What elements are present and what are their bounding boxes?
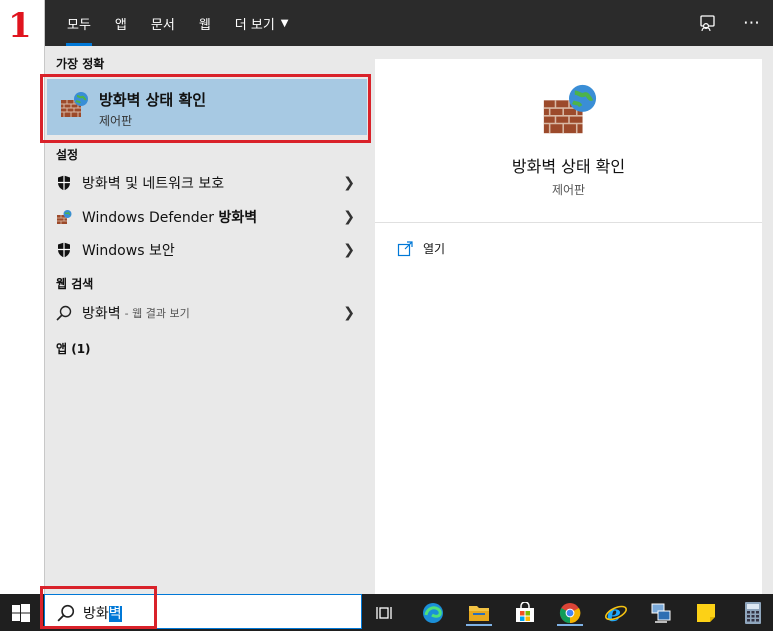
file-explorer-icon[interactable] bbox=[466, 600, 492, 626]
firewall-icon bbox=[59, 90, 89, 120]
calculator-icon[interactable] bbox=[740, 600, 766, 626]
windows-start-icon[interactable] bbox=[10, 602, 32, 624]
shield-icon bbox=[56, 242, 72, 258]
chevron-right-icon: ❯ bbox=[343, 209, 355, 225]
shield-icon bbox=[56, 175, 72, 191]
settings-item-label: 방화벽 및 네트워크 보호 bbox=[82, 176, 225, 192]
internet-explorer-icon[interactable]: e bbox=[603, 600, 629, 626]
edge-icon[interactable] bbox=[420, 600, 446, 626]
active-indicator bbox=[557, 624, 583, 626]
more-options-icon[interactable]: ⋯ bbox=[743, 13, 760, 33]
tab-apps[interactable]: 앱 bbox=[103, 0, 139, 46]
detail-title: 방화벽 상태 확인 bbox=[511, 157, 626, 176]
settings-item-label-prefix: Windows Defender bbox=[82, 210, 219, 226]
tab-web[interactable]: 웹 bbox=[187, 0, 223, 46]
settings-item-label: Windows 보안 bbox=[82, 243, 175, 259]
best-match-subtitle: 제어판 bbox=[99, 114, 133, 128]
firewall-icon bbox=[540, 81, 598, 139]
settings-item-label-bold: 방화벽 bbox=[218, 210, 258, 226]
settings-item-windows-security[interactable]: Windows 보안 ❯ bbox=[45, 235, 355, 265]
store-icon[interactable] bbox=[512, 600, 538, 626]
chrome-icon[interactable] bbox=[557, 600, 583, 626]
caret-down-icon: ▼ bbox=[280, 17, 289, 29]
settings-item-windows-defender-firewall[interactable]: Windows Defender 방화벽 ❯ bbox=[45, 202, 355, 232]
open-action[interactable]: 열기 bbox=[397, 240, 445, 257]
settings-heading: 설정 bbox=[56, 148, 79, 162]
web-search-query: 방화벽 bbox=[82, 306, 121, 322]
web-search-item[interactable]: 방화벽 - 웹 결과 보기 ❯ bbox=[45, 298, 355, 328]
settings-item-firewall-network-protection[interactable]: 방화벽 및 네트워크 보호 ❯ bbox=[45, 168, 355, 198]
tab-documents[interactable]: 문서 bbox=[139, 0, 187, 46]
search-panel: 모두 앱 문서 웹 더 보기 ▼ ⋯ 가장 정확 방화벽 상태 확인 제어판 설… bbox=[44, 0, 773, 594]
network-icon[interactable] bbox=[648, 600, 674, 626]
best-match-title: 방화벽 상태 확인 bbox=[99, 91, 207, 109]
search-icon bbox=[57, 604, 75, 622]
tab-all[interactable]: 모두 bbox=[55, 0, 103, 46]
search-input[interactable]: 방화벽 bbox=[44, 594, 362, 629]
svg-text:e: e bbox=[607, 601, 621, 625]
search-text-selected: 벽 bbox=[108, 606, 122, 622]
web-search-suffix: - 웹 결과 보기 bbox=[124, 307, 190, 320]
open-label: 열기 bbox=[423, 242, 446, 256]
chevron-right-icon: ❯ bbox=[343, 175, 355, 191]
sticky-notes-icon[interactable] bbox=[693, 600, 719, 626]
search-icon bbox=[56, 305, 72, 321]
divider bbox=[375, 222, 762, 223]
step-number: 1 bbox=[8, 6, 32, 46]
chevron-right-icon: ❯ bbox=[343, 305, 355, 321]
web-search-heading: 웹 검색 bbox=[56, 277, 94, 291]
search-text: 방화 bbox=[83, 606, 109, 622]
apps-heading[interactable]: 앱 (1) bbox=[56, 340, 91, 357]
feedback-icon[interactable] bbox=[699, 14, 717, 32]
tab-more[interactable]: 더 보기 ▼ bbox=[223, 0, 301, 46]
detail-pane: 방화벽 상태 확인 제어판 열기 bbox=[375, 59, 762, 594]
best-match-item[interactable]: 방화벽 상태 확인 제어판 bbox=[47, 79, 367, 135]
taskbar: 방화벽 e bbox=[0, 594, 773, 631]
detail-subtitle: 제어판 bbox=[551, 183, 586, 197]
task-view-icon[interactable] bbox=[372, 600, 398, 626]
search-filter-tabs: 모두 앱 문서 웹 더 보기 ▼ ⋯ bbox=[45, 0, 773, 46]
results-list: 가장 정확 방화벽 상태 확인 제어판 설정 방화벽 및 네트워크 보호 ❯ W… bbox=[45, 46, 373, 594]
best-match-heading: 가장 정확 bbox=[56, 57, 105, 71]
firewall-icon bbox=[56, 209, 72, 225]
open-icon bbox=[397, 240, 413, 257]
chevron-right-icon: ❯ bbox=[343, 242, 355, 258]
active-indicator bbox=[466, 624, 492, 626]
